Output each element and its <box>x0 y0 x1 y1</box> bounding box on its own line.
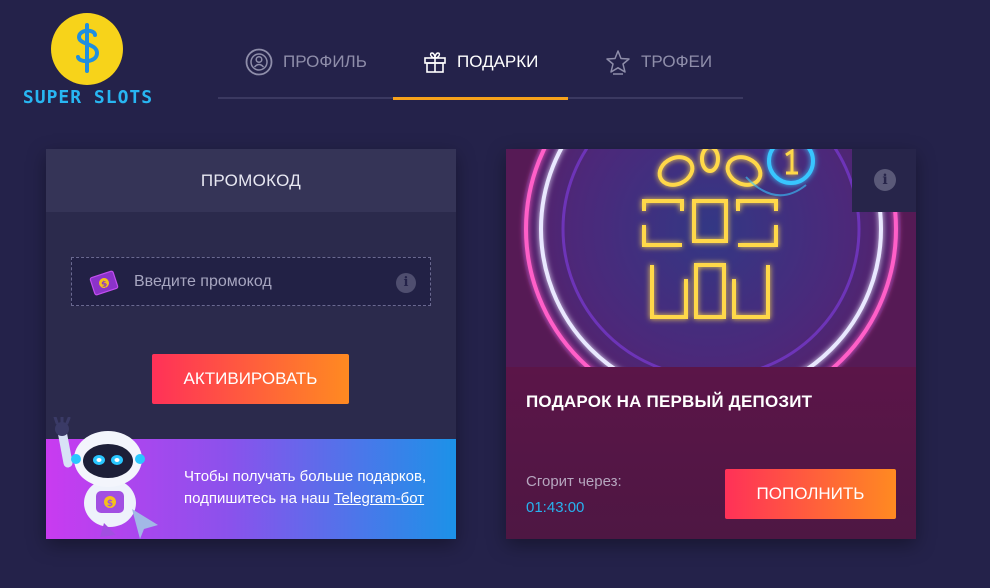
tab-profile[interactable]: ПРОФИЛЬ <box>245 40 367 84</box>
expires-countdown: 01:43:00 <box>526 499 585 516</box>
expires-label: Сгорит через: <box>526 473 622 490</box>
promo-code-input[interactable] <box>134 258 374 305</box>
info-icon[interactable]: i <box>874 169 896 191</box>
star-trophy-icon <box>606 50 630 75</box>
promo-code-panel: ПРОМОКОД $ i АКТИВИРОВАТЬ <box>46 149 456 539</box>
gift-icon <box>424 52 446 73</box>
activate-button[interactable]: АКТИВИРОВАТЬ <box>152 354 349 404</box>
info-icon[interactable]: i <box>396 273 416 293</box>
telegram-subscribe-text: Чтобы получать больше подарков, подпишит… <box>184 466 449 510</box>
ticket-icon: $ <box>89 270 119 296</box>
promo-panel-title: ПРОМОКОД <box>46 149 456 212</box>
site-logo[interactable]: SUPER SLOTS <box>18 10 158 110</box>
dollar-coin-icon <box>51 13 123 85</box>
telegram-bot-link[interactable]: Telegram-бот <box>334 490 424 507</box>
tab-trophies[interactable]: ТРОФЕИ <box>605 40 712 84</box>
robot-mascot-icon: $ <box>53 417 158 539</box>
svg-text:$: $ <box>107 499 113 509</box>
tab-gifts[interactable]: ПОДАРКИ <box>423 40 538 84</box>
promo-code-field[interactable]: $ i <box>71 257 431 306</box>
tab-gifts-label: ПОДАРКИ <box>457 52 539 71</box>
telegram-banner: $ Чтобы получать больше подарков, подпиш… <box>46 417 456 539</box>
tab-trophies-label: ТРОФЕИ <box>641 52 713 71</box>
tab-profile-label: ПРОФИЛЬ <box>283 52 367 71</box>
active-tab-indicator <box>393 97 568 100</box>
first-deposit-gift-card: i ПОДАРОК НА ПЕРВЫЙ ДЕПОЗИТ Сгорит через… <box>506 149 916 539</box>
account-tabs: ПРОФИЛЬ ПОДАРКИ ТРОФЕИ <box>218 40 743 100</box>
gift-title: ПОДАРОК НА ПЕРВЫЙ ДЕПОЗИТ <box>526 392 813 411</box>
gifts-page: SUPER SLOTS ПРОФИЛЬ ПОДАРКИ ТРОФЕИ ПРОМО… <box>0 0 990 588</box>
logo-text: SUPER SLOTS <box>22 87 154 108</box>
user-circle-icon <box>245 48 273 76</box>
deposit-button[interactable]: ПОПОЛНИТЬ <box>725 469 896 519</box>
gift-info-corner[interactable]: i <box>852 149 916 212</box>
